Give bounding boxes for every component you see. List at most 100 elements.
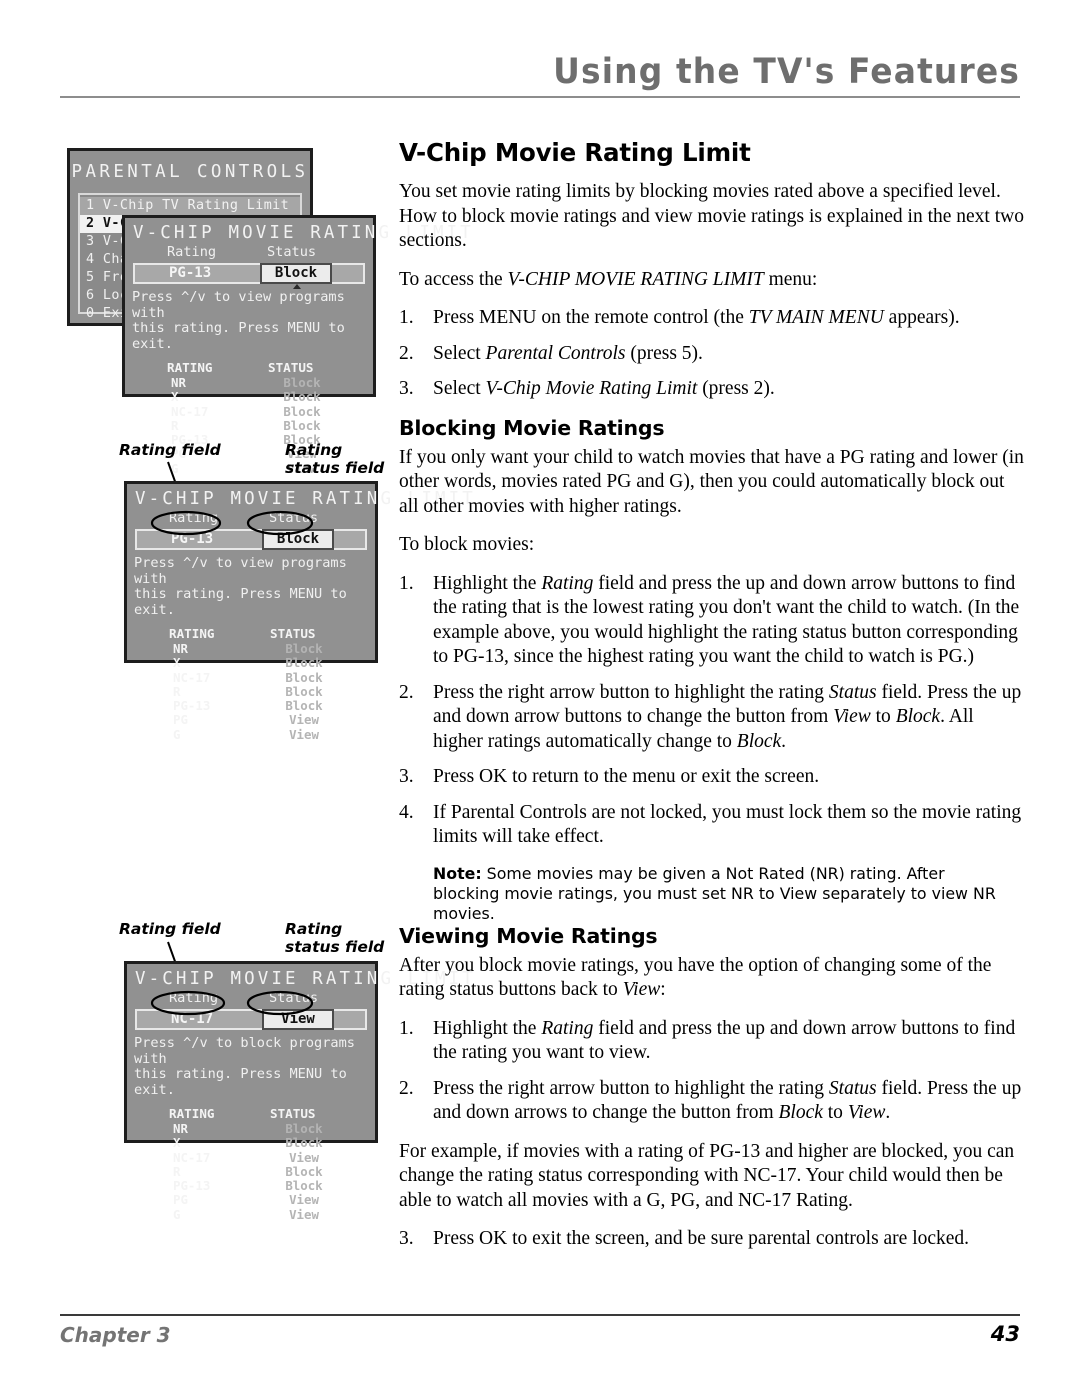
rating-field-2[interactable]: PG-13 [171,531,213,548]
vchip-rating-table-2: RATING STATUS NR Block X Block NC-17 Block … [127,626,375,742]
access-lead-before: To access the [399,268,508,290]
cell-rating: PG [173,712,188,728]
table-row: G View [127,1206,375,1222]
pc-item-1[interactable]: 1 V-Chip TV Rating Limit [80,197,300,215]
list-item-number: 2. [399,681,414,703]
page-title: V-Chip Movie Rating Limit [399,138,751,167]
th-rating-2: RATING [169,626,215,641]
list-item-number: 1. [399,572,414,594]
vchip-title-2: V-CHIP MOVIE RATING LIMIT [135,489,476,509]
blocking-steps-list: 1. Highlight the Rating field and press t… [399,572,1024,850]
cell-status: Block [283,389,321,405]
cell-status: View [289,1192,319,1208]
cell-status: View [289,712,319,728]
cell-status: Block [285,1178,323,1194]
list-item-text: Press the right arrow button to highligh… [433,681,829,703]
footer-divider [60,1314,1020,1316]
table-row: NC-17 Block [127,670,375,685]
rating-field-3[interactable]: NC-17 [171,1011,213,1028]
list-item-emphasis-4: Block [736,730,782,752]
list-item: 2. Select Parental Controls (press 5). [399,342,1024,367]
list-item-text-end: . [885,1102,891,1123]
cell-rating: PG-13 [173,1178,211,1194]
vchip-title-1: V-CHIP MOVIE RATING LIMIT [133,223,474,243]
cell-rating: G [173,1206,181,1222]
table-header-row-1: RATING STATUS [125,360,373,375]
list-item-text-end: (press 2). [697,378,775,399]
vchip-help-line2-1: this rating. Press MENU to exit. [132,320,345,352]
access-steps-list: 1. Press MENU on the remote control (the … [399,306,1024,402]
viewing-heading: Viewing Movie Ratings [399,923,658,948]
cell-status: Block [285,641,323,656]
viewing-final-step-list: 3. Press OK to exit the screen, and be su… [399,1227,1024,1252]
list-item-text: Press MENU on the remote control (the [433,307,749,328]
note-text: Some movies may be given a Not Rated (NR… [433,863,996,923]
cell-status: Block [285,655,323,671]
vchip-column-headers-3: Rating Status [127,990,375,1007]
blocking-paragraph: If you only want your child to watch mov… [399,446,1024,517]
vchip-column-headers-1: Rating Status [125,244,373,261]
cell-status: Block [283,403,321,419]
list-item-number: 2. [399,1077,414,1099]
list-item-emphasis: V-Chip Movie Rating Limit [485,378,698,399]
viewing-example-paragraph: For example, if movies with a rating of … [399,1140,1015,1211]
footer-page-number: 43 [990,1322,1020,1346]
list-item-emphasis: Rating [541,572,594,594]
table-row: PG View [127,1192,375,1208]
viewing-paragraph-emphasis: View [622,979,661,1000]
cell-status: Block [285,698,323,714]
list-item: 3. Select V-Chip Movie Rating Limit (pres… [399,377,1024,402]
cell-rating: PG [173,1192,188,1208]
rating-status-field-3[interactable]: View [262,1009,334,1030]
list-item-number: 1. [399,307,414,328]
viewing-paragraph: After you block movie ratings, you have … [399,954,1024,1003]
list-item-emphasis-3: View [847,1102,886,1123]
annotation-rating-status-field-2: Rating status field [285,441,385,477]
cell-rating: R [173,1163,181,1179]
cell-rating: PG-13 [173,698,211,714]
vchip-help-text-3: Press ^/v to block programs with this ra… [134,1035,375,1098]
intro-paragraph: You set movie rating limits by blocking … [399,181,1024,251]
rating-status-field-2[interactable]: Block [262,529,334,550]
col-header-rating-3: Rating [169,990,219,1006]
viewing-paragraph-after: : [660,979,666,1000]
rating-status-field-1[interactable]: Block [260,263,332,284]
th-status-2: STATUS [270,626,316,641]
table-header-row-3: RATING STATUS [127,1106,375,1121]
list-item: 3. Press OK to exit the screen, and be su… [399,1227,1024,1252]
vchip-field-row-1: PG-13 Block [133,263,365,289]
table-row: X Block [127,655,375,671]
list-item-emphasis: Rating [541,1017,594,1039]
page-header-title: Using the TV's Features [553,52,1020,92]
table-row: NR Block [127,641,375,656]
vchip-movie-rating-limit-screen-3: V-CHIP MOVIE RATING LIMIT Rating Status … [124,961,473,1222]
list-item-text: Highlight the [433,1017,542,1039]
col-header-rating-1: Rating [167,244,217,260]
annotation-rating-field-2: Rating field [119,441,221,459]
list-item: 3. Press OK to return to the menu or exit… [399,765,1024,790]
rating-field-1[interactable]: PG-13 [169,265,211,282]
list-item: 2. Press the right arrow button to highli… [399,681,1024,755]
list-item: 1. Press MENU on the remote control (the … [399,306,1024,331]
col-header-rating-2: Rating [169,510,219,526]
table-row: X Block [125,389,373,405]
viewing-steps-list: 1. Highlight the Rating field and press t… [399,1017,1024,1126]
table-row: R Block [127,683,375,699]
cell-rating: X [173,1135,181,1151]
vchip-help-line1-1: Press ^/v to view programs with [132,289,345,321]
vchip-help-line2-2: this rating. Press MENU to exit. [134,586,347,618]
vchip-help-line1-3: Press ^/v to block programs with [134,1035,355,1067]
blocking-lead: To block movies: [399,534,535,555]
th-status-3: STATUS [270,1106,316,1121]
col-header-status-1: Status [267,244,317,260]
vchip-field-row-3: NC-17 View [135,1009,367,1030]
cell-rating: G [173,726,181,742]
blocking-heading: Blocking Movie Ratings [399,415,665,440]
list-item-text-end: (press 5). [625,342,703,364]
parental-controls-title: PARENTAL CONTROLS [71,162,309,182]
cell-rating: R [171,417,179,433]
table-row: NC-17 View [127,1149,375,1165]
cell-rating: R [173,683,181,699]
vchip-help-text-1: Press ^/v to view programs with this rat… [132,289,373,352]
cell-rating: NC-17 [173,1149,211,1165]
